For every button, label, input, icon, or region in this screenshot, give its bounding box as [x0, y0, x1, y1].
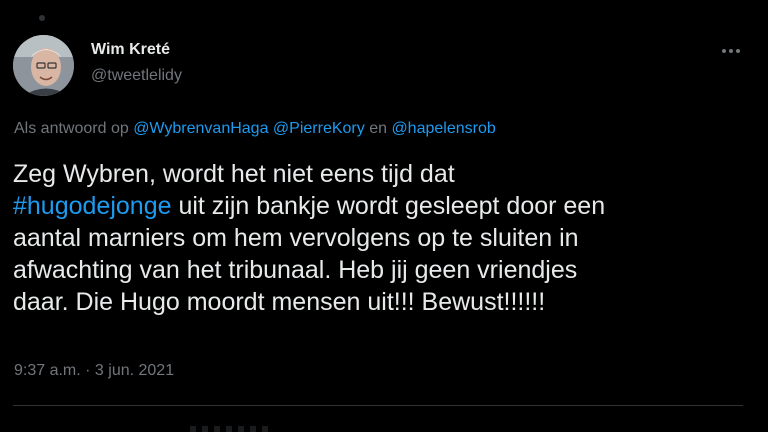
tweet-text-line: afwachting van het tribunaal. Heb jij ge…: [13, 256, 578, 284]
avatar-image: [13, 35, 74, 96]
reply-conjunction: en: [364, 120, 392, 137]
reply-context: Als antwoord op @WybrenvanHaga @PierreKo…: [14, 120, 496, 138]
author-display-name[interactable]: Wim Kreté: [91, 41, 170, 59]
tweet-text-line: Zeg Wybren, wordt het niet eens tijd dat: [13, 160, 455, 188]
tweet-text-line: aantal marniers om hem vervolgens op te …: [13, 224, 579, 252]
mention-link[interactable]: @PierreKory: [273, 120, 365, 137]
tweet-text-segment: uit zijn bankje wordt gesleept door een: [171, 192, 606, 220]
timestamp-time[interactable]: 9:37 a.m.: [14, 362, 81, 379]
reply-prefix: Als antwoord op: [14, 120, 134, 137]
mention-link[interactable]: @WybrenvanHaga: [133, 120, 268, 137]
cut-off-content: [190, 426, 270, 432]
timestamp-separator: ·: [80, 362, 95, 379]
tweet-card: Wim Kreté @tweetlelidy Als antwoord op @…: [0, 0, 768, 432]
more-options-button[interactable]: [716, 36, 746, 66]
tweet-text: Zeg Wybren, wordt het niet eens tijd dat…: [13, 158, 758, 318]
avatar[interactable]: [13, 35, 74, 96]
thread-connector: [39, 15, 45, 21]
divider: [13, 405, 743, 406]
tweet-text-line: daar. Die Hugo moordt mensen uit!!! Bewu…: [13, 288, 546, 316]
tweet-timestamp: 9:37 a.m. · 3 jun. 2021: [14, 362, 174, 380]
mention-link[interactable]: @hapelensrob: [391, 120, 495, 137]
timestamp-date[interactable]: 3 jun. 2021: [95, 362, 174, 379]
author-handle[interactable]: @tweetlelidy: [91, 67, 182, 85]
hashtag-link[interactable]: #hugodejonge: [13, 192, 172, 220]
more-horizontal-icon: [722, 49, 740, 53]
tweet-text-line: #hugodejonge uit zijn bankje wordt gesle…: [13, 190, 758, 222]
